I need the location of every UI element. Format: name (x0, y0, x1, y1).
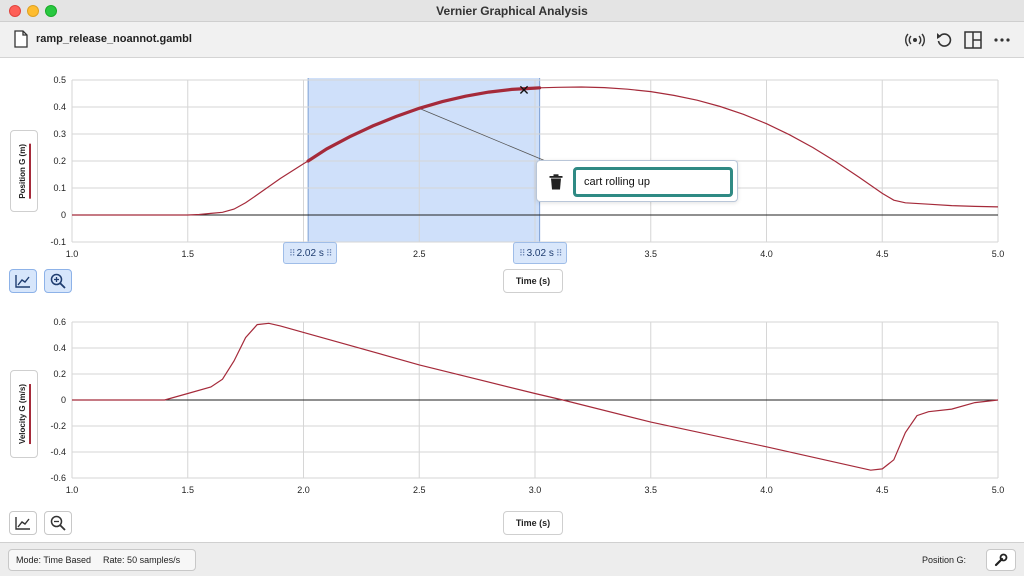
velocity-graph[interactable]: 1.0 1.5 2.0 2.5 3.0 3.5 4.0 4.5 5.0 -0.6 -0.4 -0.2 0… (50, 317, 1004, 495)
remove-selection-close-icon[interactable]: ✕ (516, 82, 532, 98)
velocity-y-axis-label-text: Velocity G (m/s) (17, 383, 31, 445)
grip-icon: ⠿ (289, 247, 296, 258)
position-y-axis-label-text: Position G (m) (17, 143, 31, 199)
selection-region[interactable] (308, 78, 540, 242)
y-tick-label: 0 (61, 210, 66, 220)
position-graph[interactable]: 1.01.52.02.53.03.54.04.55.0-0.100.10.20.… (50, 75, 1004, 259)
y-tick-label: 0.3 (53, 129, 66, 139)
x-tick-label: 1.0 (66, 249, 79, 259)
x-tick-label: 5.0 (992, 485, 1005, 495)
velocity-graph-grid (71, 321, 999, 479)
x-tick-label: 5.0 (992, 249, 1005, 259)
x-tick-label: 2.5 (413, 249, 426, 259)
wrench-icon (994, 553, 1008, 567)
sensor-label: Position G: (922, 555, 967, 565)
grip-icon: ⠿ (519, 247, 526, 258)
x-tick-label: 2.0 (297, 485, 310, 495)
selection-start-label: 2.02 s (296, 247, 324, 259)
x-tick-label: 1.5 (181, 249, 194, 259)
trash-icon[interactable] (549, 174, 563, 190)
x-tick-label: 1.0 (66, 485, 79, 495)
zoom-out-icon (50, 515, 66, 531)
y-tick-label: 0.4 (53, 102, 66, 112)
position-graph-grid (71, 79, 999, 243)
grip-icon: ⠿ (555, 247, 563, 258)
y-tick-label: -0.4 (50, 447, 66, 457)
graph-options-button[interactable] (9, 511, 37, 535)
mode-text: Mode: Time Based (16, 555, 92, 565)
rate-text: Rate: 50 samples/s (103, 555, 181, 565)
x-tick-label: 2.5 (413, 485, 426, 495)
y-tick-label: -0.2 (50, 421, 66, 431)
graph-options-icon (15, 517, 30, 530)
zoom-in-button[interactable] (44, 269, 72, 293)
data-collection-settings-button[interactable]: Mode: Time Based Rate: 50 samples/s (8, 549, 196, 571)
y-tick-label: 0 (61, 395, 66, 405)
x-tick-label: 3.5 (644, 249, 657, 259)
x-tick-label: 4.0 (760, 485, 773, 495)
y-tick-label: 0.2 (53, 369, 66, 379)
sensor-tools-button[interactable] (986, 549, 1016, 571)
annotation-text-input[interactable] (573, 167, 733, 197)
status-bar: Mode: Time Based Rate: 50 samples/s Posi… (0, 542, 1024, 576)
y-tick-label: 0.2 (53, 156, 66, 166)
x-tick-label: 3.5 (644, 485, 657, 495)
selection-start-handle[interactable]: ⠿ 2.02 s ⠿ (283, 242, 338, 264)
zoom-in-icon (50, 273, 66, 289)
x-tick-label: 1.5 (181, 485, 194, 495)
graph-options-button[interactable] (9, 269, 37, 293)
y-tick-label: 0.4 (53, 343, 66, 353)
y-tick-label: -0.6 (50, 473, 66, 483)
position-x-axis-label[interactable]: Time (s) (503, 269, 563, 293)
velocity-x-axis-label[interactable]: Time (s) (503, 511, 563, 535)
graph-options-icon (15, 275, 30, 288)
x-tick-label: 3.0 (529, 485, 542, 495)
y-tick-label: 0.6 (53, 317, 66, 327)
x-tick-label: 4.5 (876, 249, 889, 259)
annotation-popup (536, 160, 738, 202)
selection-end-label: 3.02 s (526, 247, 554, 259)
y-tick-label: -0.1 (50, 237, 66, 247)
grip-icon: ⠿ (325, 247, 333, 258)
x-tick-label: 4.5 (876, 485, 889, 495)
y-tick-label: 0.1 (53, 183, 66, 193)
selection-end-handle[interactable]: ⠿ 3.02 s ⠿ (513, 242, 568, 264)
x-tick-label: 4.0 (760, 249, 773, 259)
position-y-axis-label[interactable]: Position G (m) (10, 130, 38, 212)
y-tick-label: 0.5 (53, 75, 66, 85)
zoom-out-button[interactable] (44, 511, 72, 535)
velocity-y-axis-label[interactable]: Velocity G (m/s) (10, 370, 38, 458)
